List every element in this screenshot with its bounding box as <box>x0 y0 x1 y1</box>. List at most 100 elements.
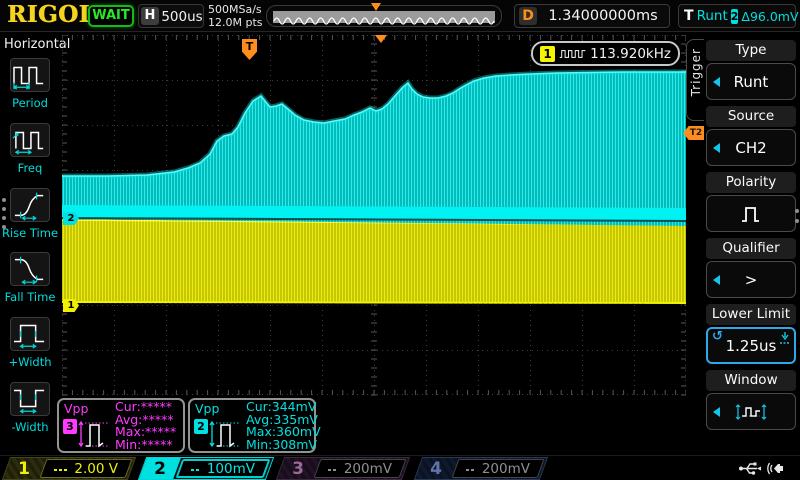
trigger-level-text: Δ96.0mV <box>741 9 798 24</box>
menu-page-dot <box>2 225 6 229</box>
menu-label-polarity: Polarity <box>706 172 796 193</box>
delay-value: 1.34000000ms <box>539 5 667 28</box>
ch2-scale-pill: 100mV <box>176 459 271 478</box>
trigger-status-box[interactable]: T Runt 2 Δ96.0mV <box>678 4 796 28</box>
measurement-channel-badge: 3 <box>63 419 77 434</box>
menu-button-lower-limit[interactable]: ↺ 1.25us <box>706 327 796 364</box>
left-triangle-icon <box>713 143 720 153</box>
dc-coupling-icon <box>191 466 201 471</box>
trigger-source-badge: 2 <box>731 9 739 24</box>
rigol-logo: RIGOL <box>7 1 95 28</box>
measure-item-fall-time-label: Fall Time <box>0 290 60 304</box>
measure-item-fall-time[interactable] <box>10 252 50 286</box>
delay-readout-box[interactable]: D 1.34000000ms <box>514 4 670 28</box>
timebase-value: 500us <box>161 5 203 27</box>
ch2-scale: 100mV <box>207 461 255 477</box>
measure-item-freq[interactable] <box>10 123 50 157</box>
waveform-display <box>62 35 686 455</box>
freq-counter-channel-badge: 1 <box>540 46 555 62</box>
measurement-channel-badge: 2 <box>194 419 208 434</box>
measurement-name: Vpp <box>64 401 88 416</box>
vpp-pulse-icon <box>76 415 114 453</box>
channel-tab-ch3[interactable]: 3 200mV <box>276 457 410 480</box>
ch4-number: 4 <box>419 458 453 479</box>
measure-item-period[interactable] <box>10 58 50 92</box>
measure-menu-title: Horizontal <box>4 37 70 52</box>
menu-page-dot <box>795 209 799 213</box>
delay-position-marker-icon[interactable] <box>375 35 387 43</box>
ch3-scale-pill: 200mV <box>314 459 407 478</box>
menu-page-dot <box>2 216 6 220</box>
acquisition-info: 500MSa/s 12.0M pts <box>208 3 263 29</box>
rise-time-icon <box>11 189 49 221</box>
beeper-icon[interactable] <box>766 460 786 477</box>
ch1-scale: 2.00 V <box>74 461 118 477</box>
measure-item-period-label: Period <box>0 96 60 110</box>
menu-label-type: Type <box>706 40 796 61</box>
channel-tab-ch2[interactable]: 2 100mV <box>138 457 274 480</box>
menu-label-source: Source <box>706 106 796 127</box>
ch3-scale: 200mV <box>344 461 392 477</box>
plus-width-icon <box>11 318 49 350</box>
measure-item-plus-width[interactable] <box>10 317 50 351</box>
channel-tab-ch1[interactable]: 1 2.00 V <box>2 457 136 480</box>
freq-counter-value: 113.920kHz <box>590 46 671 62</box>
memory-depth: 12.0M pts <box>208 16 263 29</box>
menu-value-lower-limit: 1.25us <box>726 337 777 355</box>
measure-item-rise-time[interactable] <box>10 188 50 222</box>
ch3-number: 3 <box>281 458 315 479</box>
delay-d-badge: D <box>519 7 537 25</box>
minus-width-icon <box>11 383 49 415</box>
measure-item-minus-width[interactable] <box>10 382 50 416</box>
measurement-name: Vpp <box>195 401 219 416</box>
square-wave-icon <box>559 47 586 61</box>
menu-label-qualifier: Qualifier <box>706 238 796 259</box>
measure-menu: Horizontal Period Freq Rise Time <box>0 32 60 455</box>
channel-status-bar: 1 2.00 V 2 100mV 3 <box>0 455 800 480</box>
runt-pulse-icon <box>738 203 764 225</box>
menu-button-window[interactable] <box>706 393 796 430</box>
measure-item-rise-time-label: Rise Time <box>0 226 60 240</box>
run-status-badge: WAIT <box>88 5 134 27</box>
measure-item-plus-width-label: +Width <box>0 355 60 369</box>
menu-page-dot <box>795 219 799 223</box>
runt-window-icon <box>731 401 771 423</box>
memory-preview-bar[interactable] <box>266 5 502 27</box>
menu-value-qualifier: > <box>745 271 758 289</box>
menu-button-source[interactable]: CH2 <box>706 129 796 166</box>
trigger-menu-tab-label: Trigger <box>689 48 703 96</box>
trigger-t-label: T <box>684 8 694 24</box>
channel-tab-ch4[interactable]: 4 200mV <box>414 457 548 480</box>
trigger-menu: Type Runt Source CH2 Polarity Qualifier … <box>704 35 800 455</box>
oscilloscope-screen: RIGOL WAIT H 500us 500MSa/s 12.0M pts D … <box>0 0 800 480</box>
measurement-line-min: Min:***** <box>115 439 176 452</box>
measure-item-freq-label: Freq <box>0 161 60 175</box>
left-triangle-icon <box>713 77 720 87</box>
horizontal-h-badge: H <box>141 7 159 25</box>
period-icon <box>11 59 49 91</box>
menu-page-dot <box>2 207 6 211</box>
vpp-pulse-icon <box>207 415 245 453</box>
usb-icon[interactable] <box>738 460 762 477</box>
left-triangle-icon <box>713 407 720 417</box>
rotate-knob-icon: ↺ <box>712 329 723 344</box>
dc-coupling-icon <box>466 466 476 471</box>
menu-button-polarity[interactable] <box>706 195 796 232</box>
freq-icon <box>11 124 49 156</box>
dc-coupling-icon <box>54 466 68 471</box>
dc-coupling-icon <box>328 466 338 471</box>
memory-waveform-squiggle <box>273 14 495 26</box>
menu-label-window: Window <box>706 370 796 391</box>
measurement-box-vpp-ch2: Vpp 2 Cur:344mV Avg:335mV Max:360mV Min:… <box>188 398 316 453</box>
trigger-level-badge[interactable]: T2 <box>683 126 705 140</box>
knob-select-icon <box>779 331 791 345</box>
trigger-type-text: Runt <box>697 8 728 24</box>
menu-value-source: CH2 <box>735 139 766 157</box>
sample-rate: 500MSa/s <box>208 3 263 16</box>
preview-trigger-marker-icon[interactable] <box>371 3 381 11</box>
horizontal-timebase-box[interactable]: H 500us <box>138 4 204 28</box>
menu-button-qualifier[interactable]: > <box>706 261 796 298</box>
menu-page-dot <box>2 198 6 202</box>
menu-button-type[interactable]: Runt <box>706 63 796 100</box>
ch4-scale-pill: 200mV <box>452 459 545 478</box>
